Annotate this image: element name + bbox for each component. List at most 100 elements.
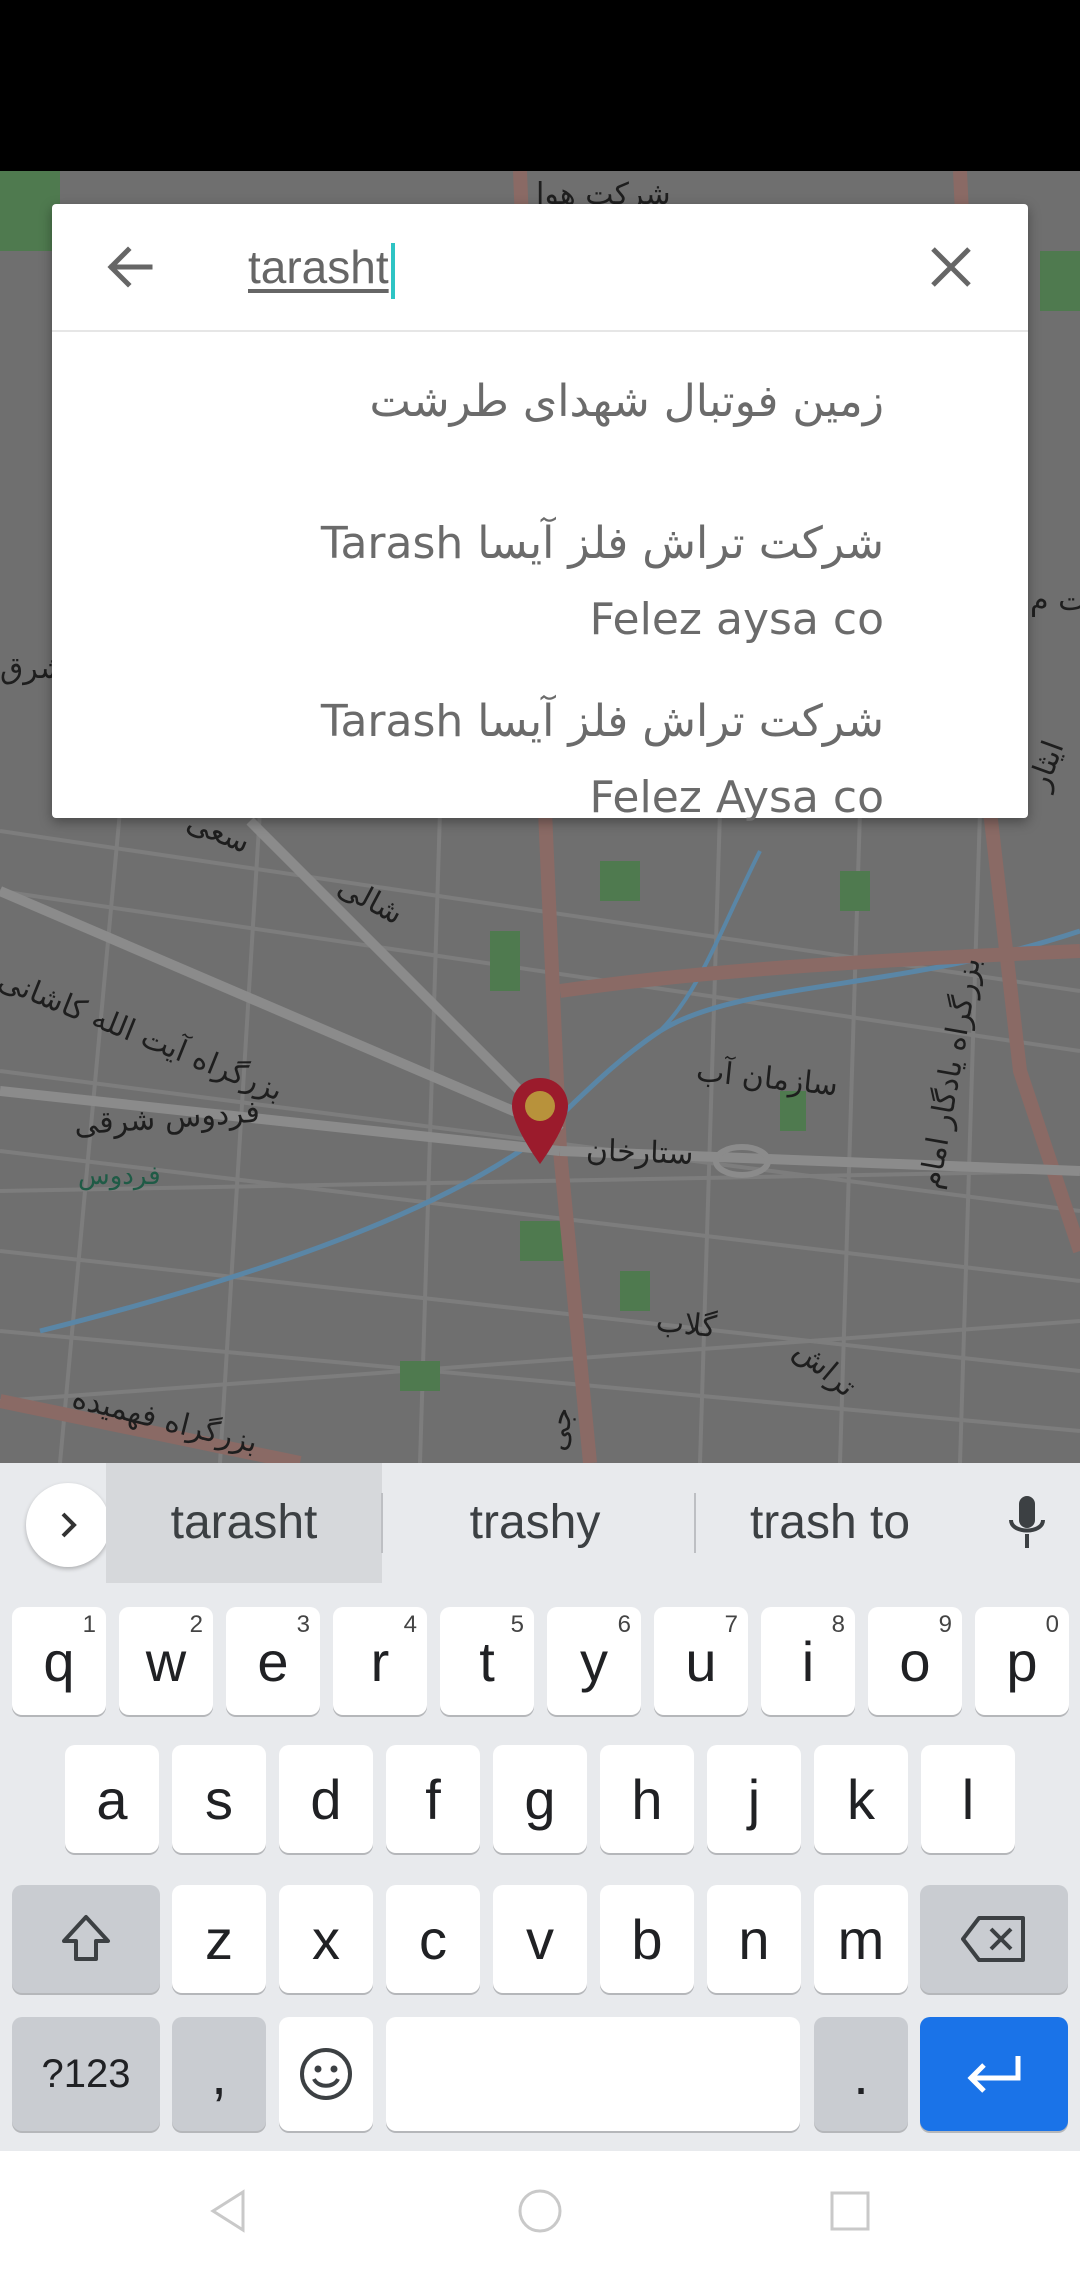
- microphone-icon: [1009, 1496, 1045, 1548]
- key-q[interactable]: q1: [12, 1607, 106, 1715]
- key-label: q: [43, 1629, 75, 1693]
- search-query-text: tarasht: [248, 241, 389, 293]
- suggestion-item[interactable]: شرکت تراش فلز آیسا Tarash Felez Aysa co: [321, 684, 884, 836]
- key-c[interactable]: c: [386, 1885, 480, 1993]
- key-hint: 1: [82, 1611, 96, 1638]
- suggestion-divider: [381, 1493, 383, 1553]
- suggestion-line: شرکت تراش فلز آیسا Tarash: [320, 518, 884, 569]
- key-b[interactable]: b: [600, 1885, 694, 1993]
- comma-key[interactable]: ,: [172, 2017, 266, 2131]
- key-e[interactable]: e3: [226, 1607, 320, 1715]
- key-m[interactable]: m: [814, 1885, 908, 1993]
- microphone-button[interactable]: [992, 1489, 1062, 1559]
- location-pin-icon[interactable]: [510, 1076, 570, 1166]
- key-a[interactable]: a: [65, 1745, 159, 1853]
- status-bar: [0, 0, 1080, 171]
- word-suggestion[interactable]: trashy: [390, 1463, 680, 1583]
- key-label: t: [479, 1629, 495, 1693]
- key-i[interactable]: i8: [761, 1607, 855, 1715]
- period-key[interactable]: .: [814, 2017, 908, 2131]
- key-z[interactable]: z: [172, 1885, 266, 1993]
- key-y[interactable]: y6: [547, 1607, 641, 1715]
- suggestion-divider: [694, 1493, 696, 1553]
- key-v[interactable]: v: [493, 1885, 587, 1993]
- emoji-icon: [300, 2048, 352, 2100]
- search-input[interactable]: tarasht: [248, 234, 848, 300]
- key-label: w: [145, 1629, 187, 1693]
- keyboard-suggestion-strip: tarasht trashy trash to: [0, 1463, 1080, 1583]
- suggestion-item[interactable]: زمین فوتبال شهدای طرشت: [370, 364, 885, 440]
- backspace-icon: [961, 1916, 1025, 1962]
- suggestion-line-2: Felez Aysa co: [589, 772, 885, 823]
- key-p[interactable]: p0: [975, 1607, 1069, 1715]
- key-t[interactable]: t5: [440, 1607, 534, 1715]
- key-label: i: [801, 1629, 815, 1693]
- key-hint: 5: [510, 1611, 524, 1638]
- enter-arrow-icon: [967, 2056, 1021, 2093]
- key-l[interactable]: l: [921, 1745, 1015, 1853]
- key-label: o: [899, 1629, 931, 1693]
- word-suggestion[interactable]: tarasht: [106, 1463, 382, 1583]
- shift-icon: [62, 1915, 110, 1961]
- key-label: e: [257, 1629, 289, 1693]
- key-g[interactable]: g: [493, 1745, 587, 1853]
- triangle-back-icon: [210, 2189, 245, 2233]
- map-label-bottom-road: جی: [538, 1404, 581, 1454]
- keyboard: tarasht trashy trash to q1 w2 e3 r4 t5 y…: [0, 1463, 1080, 2151]
- text-cursor: [390, 242, 395, 299]
- nav-back-button[interactable]: [198, 2181, 258, 2241]
- key-hint: 4: [403, 1611, 417, 1638]
- key-d[interactable]: d: [279, 1745, 373, 1853]
- map-label-sattarkhan: ستارخان: [585, 1133, 695, 1172]
- navigation-bar: [0, 2151, 1080, 2280]
- key-f[interactable]: f: [386, 1745, 480, 1853]
- suggestion-line: زمین فوتبال شهدای طرشت: [369, 376, 885, 427]
- key-label: y: [580, 1629, 608, 1693]
- map-label-ferdows: فردوس: [78, 1161, 161, 1191]
- nav-home-button[interactable]: [510, 2181, 570, 2241]
- shift-key[interactable]: [12, 1885, 160, 1993]
- search-panel: tarasht زمین فوتبال شهدای طرشت شرکت تراش…: [52, 204, 1028, 823]
- square-recents-icon: [830, 2191, 870, 2231]
- key-hint: 0: [1045, 1611, 1059, 1638]
- expand-toolbar-button[interactable]: [26, 1483, 110, 1567]
- nav-recents-button[interactable]: [820, 2181, 880, 2241]
- key-label: r: [370, 1629, 390, 1693]
- backspace-key[interactable]: [920, 1885, 1068, 1993]
- circle-home-icon: [518, 2189, 562, 2233]
- key-j[interactable]: j: [707, 1745, 801, 1853]
- key-n[interactable]: n: [707, 1885, 801, 1993]
- key-hint: 2: [189, 1611, 203, 1638]
- key-u[interactable]: u7: [654, 1607, 748, 1715]
- key-hint: 3: [296, 1611, 310, 1638]
- back-button[interactable]: [96, 234, 162, 300]
- key-r[interactable]: r4: [333, 1607, 427, 1715]
- suggestion-line-2: Felez aysa co: [589, 594, 884, 645]
- key-hint: 8: [831, 1611, 845, 1638]
- key-hint: 7: [724, 1611, 738, 1638]
- key-x[interactable]: x: [279, 1885, 373, 1993]
- close-icon: [931, 247, 971, 287]
- clear-button[interactable]: [918, 234, 984, 300]
- key-s[interactable]: s: [172, 1745, 266, 1853]
- key-o[interactable]: o9: [868, 1607, 962, 1715]
- map-label-right-edge: ت م: [1030, 583, 1080, 618]
- key-k[interactable]: k: [814, 1745, 908, 1853]
- search-bar: tarasht: [52, 204, 1028, 332]
- space-key[interactable]: [386, 2017, 800, 2131]
- key-h[interactable]: h: [600, 1745, 694, 1853]
- arrow-left-icon: [107, 246, 153, 288]
- key-hint: 9: [938, 1611, 952, 1638]
- emoji-key[interactable]: [279, 2017, 373, 2131]
- key-label: p: [1006, 1629, 1038, 1693]
- symbols-key[interactable]: ?123: [12, 2017, 160, 2131]
- word-suggestion[interactable]: trash to: [700, 1463, 960, 1583]
- enter-key[interactable]: [920, 2017, 1068, 2131]
- key-w[interactable]: w2: [119, 1607, 213, 1715]
- map-label-golab: گلاب: [654, 1303, 719, 1346]
- chevron-right-icon: [61, 1512, 77, 1538]
- key-hint: 6: [617, 1611, 631, 1638]
- suggestion-line: شرکت تراش فلز آیسا Tarash: [320, 696, 884, 747]
- suggestion-item[interactable]: شرکت تراش فلز آیسا Tarash Felez aysa co: [321, 506, 884, 658]
- key-label: u: [685, 1629, 717, 1693]
